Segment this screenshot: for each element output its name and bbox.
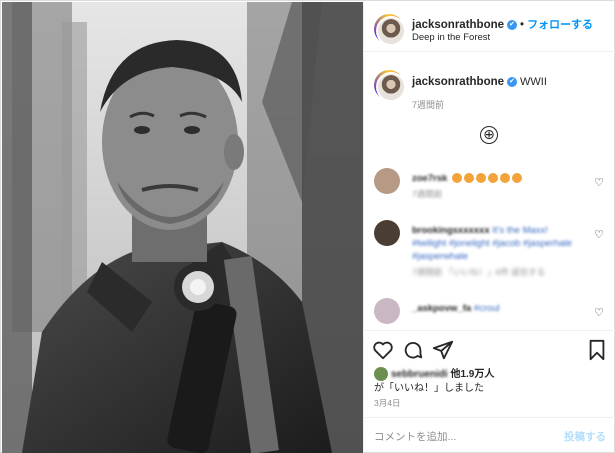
comment-body: _askpovw_fa #croul [412,302,582,315]
save-bookmark-icon[interactable] [586,339,608,361]
post-photo[interactable] [2,2,363,453]
caption-time[interactable]: 7週間前 [412,98,444,111]
comment-text: #croul [473,303,500,314]
verified-badge-icon: ✔ [507,19,518,30]
add-comment-bar: コメントを追加... 投稿する [364,417,615,453]
emoji-icon [476,173,487,184]
likes-suffix: が「いいね！」しました [374,383,484,394]
post-date[interactable]: 3月4日 [374,397,400,409]
photo-illustration [2,2,363,453]
comment-like-heart-icon[interactable]: ♡ [594,228,604,241]
comment-avatar[interactable] [374,168,400,194]
post-comment-button[interactable]: 投稿する [564,429,606,444]
emoji-icon [464,173,475,184]
comment-username[interactable]: brookingsxxxxxx [412,225,490,236]
author-avatar[interactable] [374,14,406,46]
comment-body: brookingsxxxxxx It's the Maxx! #twilight… [412,224,582,279]
comment-body: zoe7rsk 7週間前 [412,172,582,201]
like-heart-icon[interactable] [372,339,394,361]
instagram-post-modal: jacksonrathbone ✔ • フォローする Deep in the Fore… [0,0,615,453]
comment-avatar[interactable] [374,298,400,324]
caption-avatar[interactable] [374,70,406,102]
verified-badge-icon: ✔ [507,76,518,87]
caption-username[interactable]: jacksonrathbone [412,76,504,88]
post-sidebar: jacksonrathbone ✔ • フォローする Deep in the Fore… [363,2,615,453]
comment-meta: 7週間前 [412,189,443,199]
emoji-icon [512,173,523,184]
comment-avatar[interactable] [374,220,400,246]
separator-dot: • [520,19,525,31]
comment-like-heart-icon[interactable]: ♡ [594,306,604,319]
comment-like-heart-icon[interactable]: ♡ [594,176,604,189]
author-username[interactable]: jacksonrathbone [412,19,504,31]
caption-line: jacksonrathbone ✔ WWII [412,76,547,88]
emoji-icon [488,173,499,184]
header-line: jacksonrathbone ✔ • フォローする [412,16,593,32]
comment-bubble-icon[interactable] [402,339,424,361]
comment-username[interactable]: zoe7rsk [412,172,447,185]
comment-meta: 7週間前 「いいね！」6件 返信する [412,267,546,277]
share-paper-plane-icon[interactable] [432,339,454,361]
comment-username[interactable]: _askpovw_fa [412,303,471,314]
follow-button[interactable]: フォローする [527,19,593,31]
add-comment-input[interactable]: コメントを追加... [374,429,456,444]
load-more-comments-icon[interactable]: ⊕ [480,126,498,144]
emoji-icon [500,173,511,184]
caption-text: WWII [520,76,547,88]
emoji-icon [452,173,463,184]
post-header: jacksonrathbone ✔ • フォローする Deep in the Fore… [364,2,615,52]
location-link[interactable]: Deep in the Forest [412,32,490,43]
